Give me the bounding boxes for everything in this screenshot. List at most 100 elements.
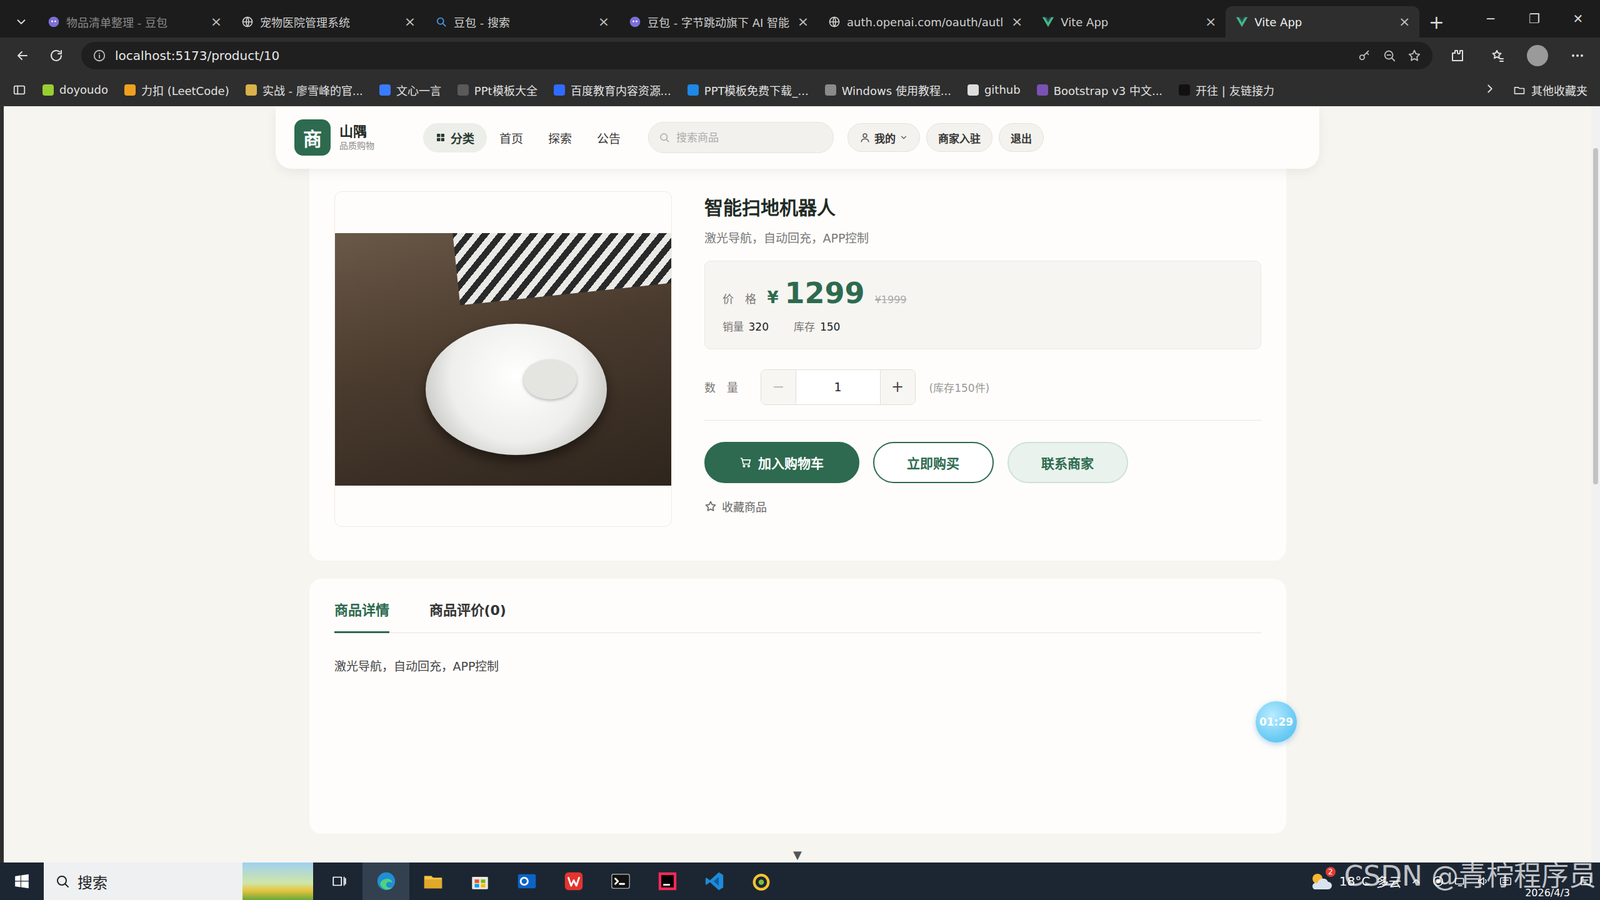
more-bookmarks-button[interactable] xyxy=(1483,81,1497,99)
close-tab-button[interactable]: × xyxy=(208,15,224,29)
logout-button[interactable]: 退出 xyxy=(998,123,1044,152)
divider xyxy=(704,420,1262,421)
address-bar[interactable]: localhost:5173/product/10 xyxy=(81,41,1433,70)
key-icon xyxy=(1357,48,1372,63)
bookmark[interactable]: github xyxy=(967,83,1021,97)
bookmark[interactable]: 力扣 (LeetCode) xyxy=(124,81,230,99)
quantity-input[interactable]: 1 xyxy=(795,370,881,405)
taskbar-app[interactable] xyxy=(456,862,504,900)
taskbar-app[interactable] xyxy=(409,862,457,900)
browser-tab[interactable]: auth.openai.com/oauth/autl× xyxy=(818,6,1032,38)
extensions-button[interactable] xyxy=(1443,41,1472,70)
other-bookmarks[interactable]: 其他收藏夹 xyxy=(1513,81,1588,99)
bookmark[interactable]: 百度教育内容资源... xyxy=(553,81,672,99)
favorites-button[interactable] xyxy=(1483,41,1512,70)
sales: 销量320 xyxy=(722,318,769,334)
favorite-button[interactable]: 收藏商品 xyxy=(704,498,1262,515)
browser-tab[interactable]: 宠物医院管理系统× xyxy=(231,6,425,38)
nav-item[interactable]: 分类 xyxy=(423,123,487,153)
browser-tab[interactable]: Vite App × xyxy=(1225,6,1420,38)
bookmark[interactable]: 开往 | 友链接力 xyxy=(1178,81,1275,99)
watermark: CSDN @青柠程序员 xyxy=(1344,862,1597,890)
details-tab[interactable]: 商品详情 xyxy=(334,598,390,634)
price-box: 价 格¥1299¥1999 销量320 库存150 xyxy=(704,260,1262,350)
nav-item[interactable]: 公告 xyxy=(584,123,634,153)
bookmark[interactable]: Bootstrap v3 中文... xyxy=(1036,81,1163,99)
tab-actions-button[interactable] xyxy=(7,6,35,38)
bookmark[interactable]: Windows 使用教程... xyxy=(825,81,952,99)
add-to-cart-button[interactable]: 加入购物车 xyxy=(704,441,860,484)
content-column: 商山隅品质购物分类首页探索公告我的商家入驻退出智能扫地机器人激光导航，自动回充，… xyxy=(275,106,1320,834)
edge-icon xyxy=(375,870,397,892)
start-button[interactable] xyxy=(0,862,44,900)
scroll-down-button[interactable]: ▼ xyxy=(793,848,802,862)
action-buttons: 加入购物车立即购买联系商家 xyxy=(704,441,1262,484)
contact-merchant-button[interactable]: 联系商家 xyxy=(1007,441,1129,484)
menu-button[interactable] xyxy=(1563,41,1592,70)
nav-item[interactable]: 探索 xyxy=(535,123,585,153)
browser-tab[interactable]: Vite App× xyxy=(1031,6,1226,38)
site-name: 山隅 xyxy=(339,123,375,140)
details-card: 商品详情商品评价(0)激光导航，自动回充，APP控制 xyxy=(309,578,1287,834)
explorer-icon xyxy=(422,870,444,892)
details-tab[interactable]: 商品评价(0) xyxy=(429,598,507,634)
close-tab-button[interactable]: × xyxy=(795,15,811,29)
close-tab-button[interactable]: × xyxy=(1203,15,1219,29)
cart-icon xyxy=(739,456,752,469)
increase-button[interactable]: + xyxy=(880,370,915,405)
screen: 物品清单整理 - 豆包×宠物医院管理系统×豆包 - 搜索×豆包 - 字节跳动旗下… xyxy=(0,0,1600,900)
timer-bubble[interactable]: 01:29 xyxy=(1255,701,1297,743)
bookmark[interactable]: 文心一言 xyxy=(379,81,442,99)
bookmark[interactable]: 实战 - 廖雪峰的官... xyxy=(245,81,364,99)
scrollbar-thumb[interactable] xyxy=(1593,148,1599,485)
profile-button[interactable] xyxy=(1523,41,1552,70)
refresh-button[interactable] xyxy=(42,41,70,70)
close-tab-button[interactable]: × xyxy=(1396,15,1412,29)
close-tab-button[interactable]: × xyxy=(1009,15,1025,29)
tab-title: Vite App xyxy=(1254,15,1391,29)
toolbar-actions xyxy=(1443,41,1592,70)
taskbar-app[interactable] xyxy=(550,862,597,900)
bookmark[interactable]: PPt模板大全 xyxy=(457,81,538,99)
decrease-button[interactable]: − xyxy=(761,370,796,405)
search-favicon-icon xyxy=(435,15,448,29)
grid-icon xyxy=(435,132,446,143)
taskbar-app[interactable] xyxy=(690,862,738,900)
bookmark-icon xyxy=(42,84,54,96)
stock: 库存150 xyxy=(793,318,840,334)
browser-tab[interactable]: 物品清单整理 - 豆包× xyxy=(37,6,232,38)
price-row: 价 格¥1299¥1999 xyxy=(722,277,1244,310)
close-window-button[interactable]: ✕ xyxy=(1556,0,1600,38)
restore-button[interactable]: ❐ xyxy=(1512,0,1557,38)
browser-tab[interactable]: 豆包 - 字节跳动旗下 AI 智能 × xyxy=(618,6,819,38)
bookmark[interactable]: PPT模板免费下载_... xyxy=(687,81,809,99)
user-menu-button[interactable]: 我的 xyxy=(847,123,920,152)
site-tagline: 品质购物 xyxy=(339,140,375,152)
chevron-down-icon xyxy=(14,15,29,29)
brand[interactable]: 商山隅品质购物 xyxy=(294,119,375,156)
new-tab-button[interactable]: + xyxy=(1419,6,1454,38)
close-tab-button[interactable]: × xyxy=(402,15,418,29)
info-icon xyxy=(92,48,107,63)
back-button[interactable] xyxy=(8,41,37,70)
tab-title: 豆包 - 字节跳动旗下 AI 智能 xyxy=(647,13,790,30)
taskbar-app[interactable] xyxy=(362,862,410,900)
bookmark[interactable]: doyoudo xyxy=(42,83,109,97)
task-view-button[interactable] xyxy=(315,862,363,900)
browser-toolbar: localhost:5173/product/10 xyxy=(0,37,1600,74)
buy-now-button[interactable]: 立即购买 xyxy=(873,441,994,484)
taskbar-search[interactable]: 搜索 xyxy=(43,862,314,900)
star-icon xyxy=(1407,48,1422,63)
browser-tab[interactable]: 豆包 - 搜索× xyxy=(425,6,619,38)
close-tab-button[interactable]: × xyxy=(596,15,612,29)
taskbar-app[interactable] xyxy=(737,862,785,900)
taskbar-app[interactable] xyxy=(643,862,691,900)
doubao-favicon-icon xyxy=(47,15,60,29)
taskbar-app[interactable] xyxy=(503,862,550,900)
taskbar-app[interactable] xyxy=(596,862,644,900)
nav-item[interactable]: 首页 xyxy=(486,123,536,153)
search-input[interactable] xyxy=(675,130,824,145)
bookmark-label: 百度教育内容资源... xyxy=(570,81,672,99)
minimize-button[interactable]: ─ xyxy=(1468,0,1513,38)
merchant-join-button[interactable]: 商家入驻 xyxy=(926,123,993,152)
